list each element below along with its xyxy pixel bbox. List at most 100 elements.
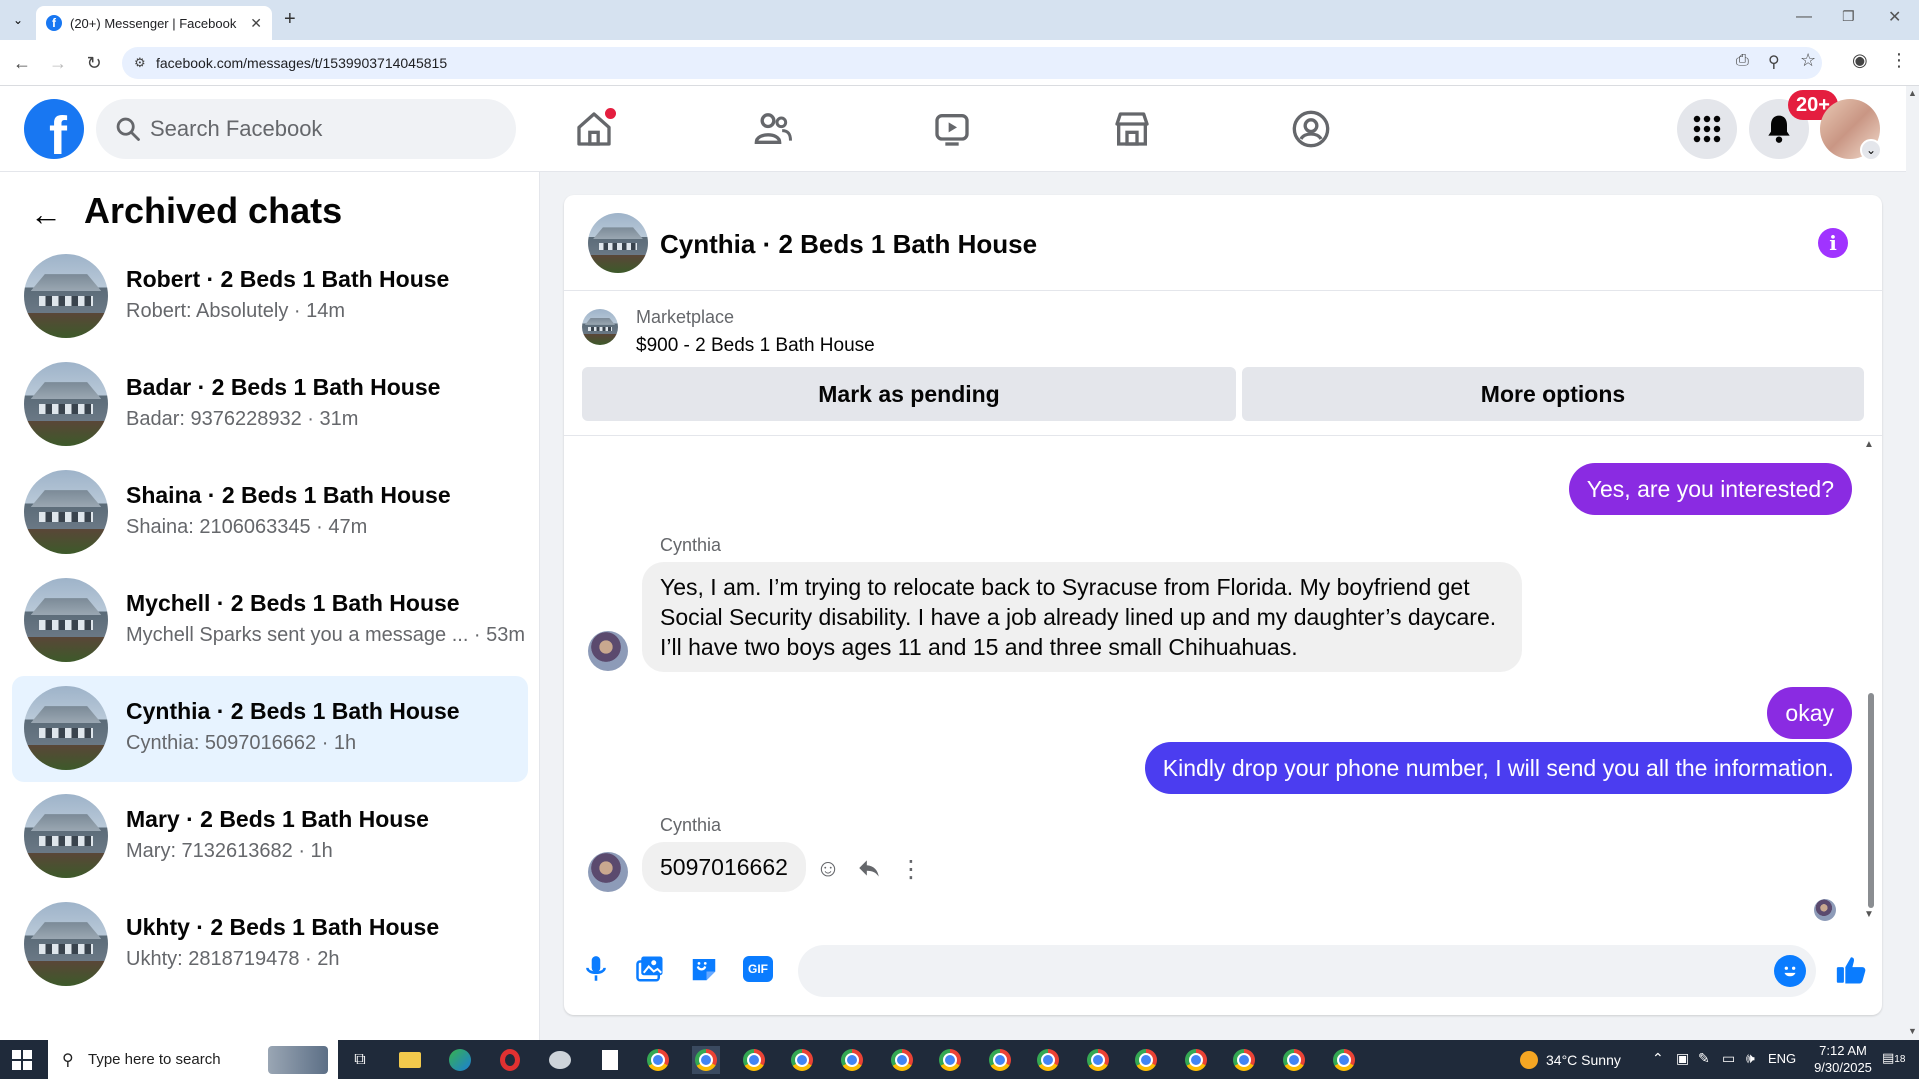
network-icon[interactable]: ▭ <box>1722 1050 1735 1067</box>
taskbar-search-input[interactable]: ⚲ Type here to search <box>48 1040 338 1079</box>
conversation-title[interactable]: Cynthia · 2 Beds 1 Bath House <box>660 229 1037 260</box>
page-scrollbar[interactable]: ▲ ▼ <box>1906 86 1919 1040</box>
tray-pen-icon[interactable]: ✎ <box>1698 1050 1710 1067</box>
react-smiley-icon[interactable]: ☺ <box>813 854 843 884</box>
menu-grid-button[interactable] <box>1677 99 1737 159</box>
cynthia-avatar[interactable] <box>588 852 628 892</box>
chrome-icon[interactable] <box>644 1046 672 1074</box>
input-language[interactable]: ENG <box>1768 1051 1796 1066</box>
notepad-icon[interactable] <box>596 1046 624 1074</box>
volume-icon[interactable]: 🕪 <box>1746 1050 1755 1067</box>
chrome-icon[interactable] <box>1034 1046 1062 1074</box>
facebook-search-input[interactable]: Search Facebook <box>96 99 516 159</box>
reply-arrow-icon[interactable] <box>854 853 884 883</box>
outgoing-message[interactable]: okay <box>1767 687 1852 739</box>
chrome-icon[interactable] <box>1230 1046 1258 1074</box>
windows-start-icon[interactable] <box>12 1050 32 1070</box>
emoji-icon[interactable] <box>1774 955 1806 987</box>
chrome-icon[interactable] <box>936 1046 964 1074</box>
outgoing-message[interactable]: Yes, are you interested? <box>1568 463 1852 515</box>
task-view-icon[interactable]: ⧉ <box>346 1046 374 1074</box>
cynthia-avatar[interactable] <box>588 631 628 671</box>
browser-tab-messenger[interactable]: f (20+) Messenger | Facebook ✕ <box>36 6 272 40</box>
chrome-icon[interactable] <box>838 1046 866 1074</box>
tray-chevron-icon[interactable]: ⌃ <box>1652 1050 1664 1067</box>
site-info-icon[interactable]: ⚙ <box>134 55 146 71</box>
sticker-icon[interactable] <box>686 951 722 987</box>
chat-item[interactable]: Ukhty · 2 Beds 1 Bath House Ukhty: 28187… <box>12 892 528 998</box>
gif-icon[interactable]: GIF <box>740 951 776 987</box>
opera-icon[interactable] <box>496 1046 524 1074</box>
page-scroll-down-icon[interactable]: ▼ <box>1908 1026 1917 1036</box>
home-notification-dot <box>605 108 616 119</box>
chevron-down-icon[interactable]: ⌄ <box>1860 139 1882 161</box>
tab-close-icon[interactable]: ✕ <box>250 15 262 32</box>
scroll-down-arrow-icon[interactable]: ▼ <box>1864 909 1874 920</box>
chat-item[interactable]: Shaina · 2 Beds 1 Bath House Shaina: 210… <box>12 460 528 566</box>
chrome-icon[interactable] <box>986 1046 1014 1074</box>
more-options-button[interactable]: More options <box>1242 367 1864 421</box>
address-bar[interactable]: ⚙ facebook.com/messages/t/15399037140458… <box>122 47 1822 79</box>
scroll-up-arrow-icon[interactable]: ▲ <box>1864 439 1874 450</box>
account-avatar[interactable]: ⌄ <box>1820 99 1882 161</box>
reload-icon[interactable]: ↻ <box>82 51 106 75</box>
mark-as-pending-button[interactable]: Mark as pending <box>582 367 1236 421</box>
chat-item[interactable]: Robert · 2 Beds 1 Bath House Robert: Abs… <box>12 244 528 350</box>
new-tab-plus-icon[interactable]: + <box>284 8 296 31</box>
chat-app-icon[interactable] <box>546 1046 574 1074</box>
listing-title[interactable]: $900 - 2 Beds 1 Bath House <box>636 335 875 357</box>
page-scroll-up-icon[interactable]: ▲ <box>1908 88 1917 98</box>
message-input[interactable] <box>798 945 1816 997</box>
file-explorer-icon[interactable] <box>396 1046 424 1074</box>
friends-icon[interactable] <box>748 104 798 154</box>
chrome-icon[interactable] <box>740 1046 768 1074</box>
window-close-icon[interactable]: ✕ <box>1888 7 1901 27</box>
more-actions-icon[interactable]: ⋮ <box>896 854 926 884</box>
chrome-icon[interactable] <box>788 1046 816 1074</box>
marketplace-icon[interactable] <box>1107 104 1157 154</box>
browser-menu-icon[interactable]: ⋮ <box>1890 50 1908 71</box>
chrome-icon[interactable] <box>1182 1046 1210 1074</box>
notification-center-icon[interactable]: ▤18 <box>1882 1050 1905 1066</box>
video-icon[interactable] <box>927 104 977 154</box>
info-icon[interactable]: i <box>1818 228 1848 258</box>
incoming-message[interactable]: Yes, I am. I’m trying to relocate back t… <box>642 562 1522 672</box>
profile-icon[interactable]: ◉ <box>1852 50 1868 71</box>
incoming-message[interactable]: 5097016662 <box>642 842 806 892</box>
window-minimize-icon[interactable]: — <box>1796 8 1812 26</box>
chat-name: Ukhty · 2 Beds 1 Bath House <box>126 914 440 940</box>
back-arrow-icon[interactable]: ← <box>10 51 34 75</box>
search-highlight-icon <box>268 1046 328 1074</box>
chrome-icon[interactable] <box>1280 1046 1308 1074</box>
groups-icon[interactable] <box>1286 104 1336 154</box>
chrome-icon[interactable] <box>1132 1046 1160 1074</box>
chrome-icon[interactable] <box>888 1046 916 1074</box>
photo-gallery-icon[interactable] <box>632 951 668 987</box>
forward-arrow-icon[interactable]: → <box>46 51 70 75</box>
chrome-icon[interactable] <box>692 1046 720 1074</box>
thumbs-up-like-icon[interactable] <box>1832 951 1870 989</box>
marketplace-listing-thumbnail[interactable] <box>582 309 618 345</box>
tray-app-icon[interactable]: ▣ <box>1676 1050 1689 1067</box>
chat-item[interactable]: Badar · 2 Beds 1 Bath House Badar: 93762… <box>12 352 528 458</box>
system-clock[interactable]: 7:12 AM 9/30/2025 <box>1810 1042 1876 1076</box>
weather-widget[interactable]: 34°C Sunny <box>1520 1051 1621 1069</box>
listing-thumbnail[interactable] <box>588 213 648 273</box>
outgoing-message[interactable]: Kindly drop your phone number, I will se… <box>1144 742 1852 794</box>
home-icon[interactable] <box>569 104 619 154</box>
window-restore-icon[interactable]: ❐ <box>1842 8 1855 25</box>
back-arrow-icon[interactable]: ← <box>28 196 64 232</box>
bookmark-star-icon[interactable]: ☆ <box>1800 50 1816 71</box>
tab-search-chevron-icon[interactable]: ⌄ <box>8 10 28 30</box>
microphone-icon[interactable] <box>578 951 614 987</box>
chat-item[interactable]: Mychell · 2 Beds 1 Bath House Mychell Sp… <box>12 568 528 674</box>
chat-item[interactable]: Mary · 2 Beds 1 Bath House Mary: 7132613… <box>12 784 528 890</box>
zoom-icon[interactable]: ⚲ <box>1768 52 1780 72</box>
install-app-icon[interactable]: ⎙ <box>1736 52 1749 70</box>
facebook-logo-icon[interactable]: f <box>24 99 84 159</box>
chrome-icon[interactable] <box>1084 1046 1112 1074</box>
message-scrollbar-thumb[interactable] <box>1868 693 1874 908</box>
edge-icon[interactable] <box>446 1046 474 1074</box>
chat-item-active[interactable]: Cynthia · 2 Beds 1 Bath House Cynthia: 5… <box>12 676 528 782</box>
chrome-icon[interactable] <box>1330 1046 1358 1074</box>
